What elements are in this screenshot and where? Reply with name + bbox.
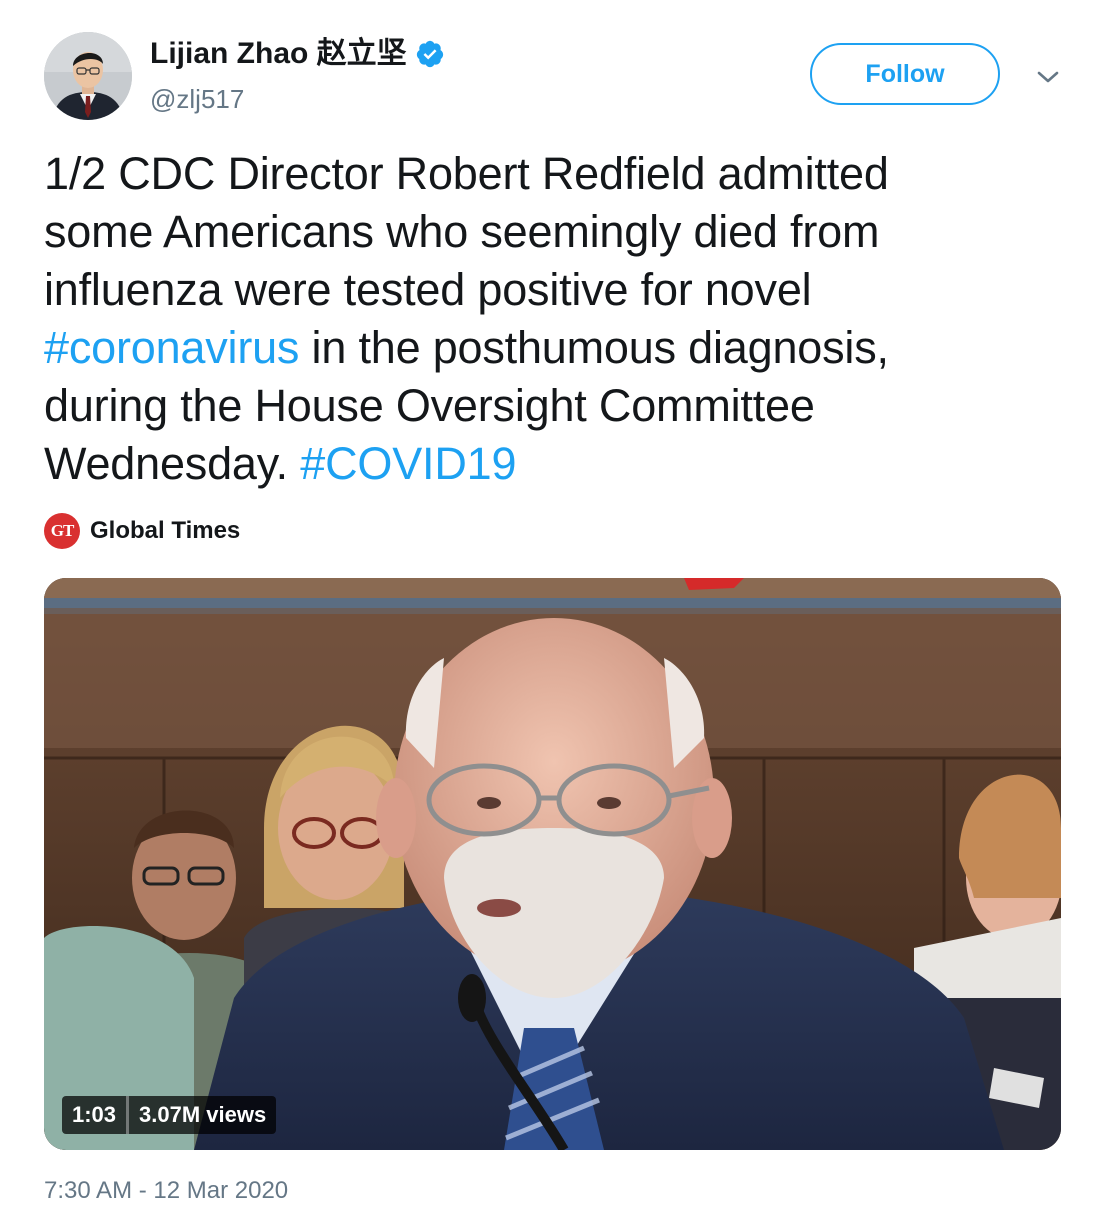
hashtag-link-coronavirus[interactable]: #coronavirus	[44, 322, 299, 373]
avatar-image	[44, 32, 132, 120]
tweet-text-line: 1/2 CDC Director Robert Redfield admitte…	[44, 148, 889, 199]
media-source[interactable]: GT Global Times	[44, 513, 240, 549]
video-duration: 1:03	[72, 1102, 117, 1127]
tweet-timestamp[interactable]: 7:30 AM - 12 Mar 2020	[44, 1176, 288, 1206]
author-name[interactable]: Lijian Zhao 赵立坚	[150, 36, 445, 72]
video-info-badge: 1:03 3.07M views	[62, 1096, 277, 1134]
source-name[interactable]: Global Times	[90, 517, 240, 545]
author-name-text[interactable]: Lijian Zhao 赵立坚	[150, 36, 407, 72]
tweet-text-line: Wednesday. #COVID19	[44, 435, 1074, 493]
follow-button[interactable]: Follow	[810, 43, 1000, 105]
video-player[interactable]: 1:03 3.07M views	[44, 578, 1061, 1150]
tweet-text-fragment: Wednesday.	[44, 438, 301, 489]
tweet-card: Lijian Zhao 赵立坚 @zlj517 Follow 1/2 CDC D…	[0, 0, 1112, 1222]
author-handle[interactable]: @zlj517	[150, 84, 244, 114]
avatar[interactable]	[44, 32, 132, 120]
video-view-count: 3.07M views	[139, 1102, 267, 1127]
tweet-text: 1/2 CDC Director Robert Redfield admitte…	[44, 145, 1074, 493]
hashtag-link-covid19[interactable]: #COVID19	[300, 438, 516, 489]
video-thumbnail	[44, 578, 1061, 1150]
tweet-text-line: some Americans who seemingly died from	[44, 206, 880, 257]
global-times-logo: GT	[44, 513, 80, 549]
chevron-down-icon[interactable]	[1030, 62, 1066, 92]
verified-badge-icon	[416, 40, 443, 68]
tweet-text-line: #coronavirus in the posthumous diagnosis…	[44, 319, 1074, 377]
tweet-text-fragment: in the posthumous diagnosis,	[299, 322, 889, 373]
tweet-text-line: influenza were tested positive for novel	[44, 264, 812, 315]
tweet-text-line: during the House Oversight Committee	[44, 380, 815, 431]
